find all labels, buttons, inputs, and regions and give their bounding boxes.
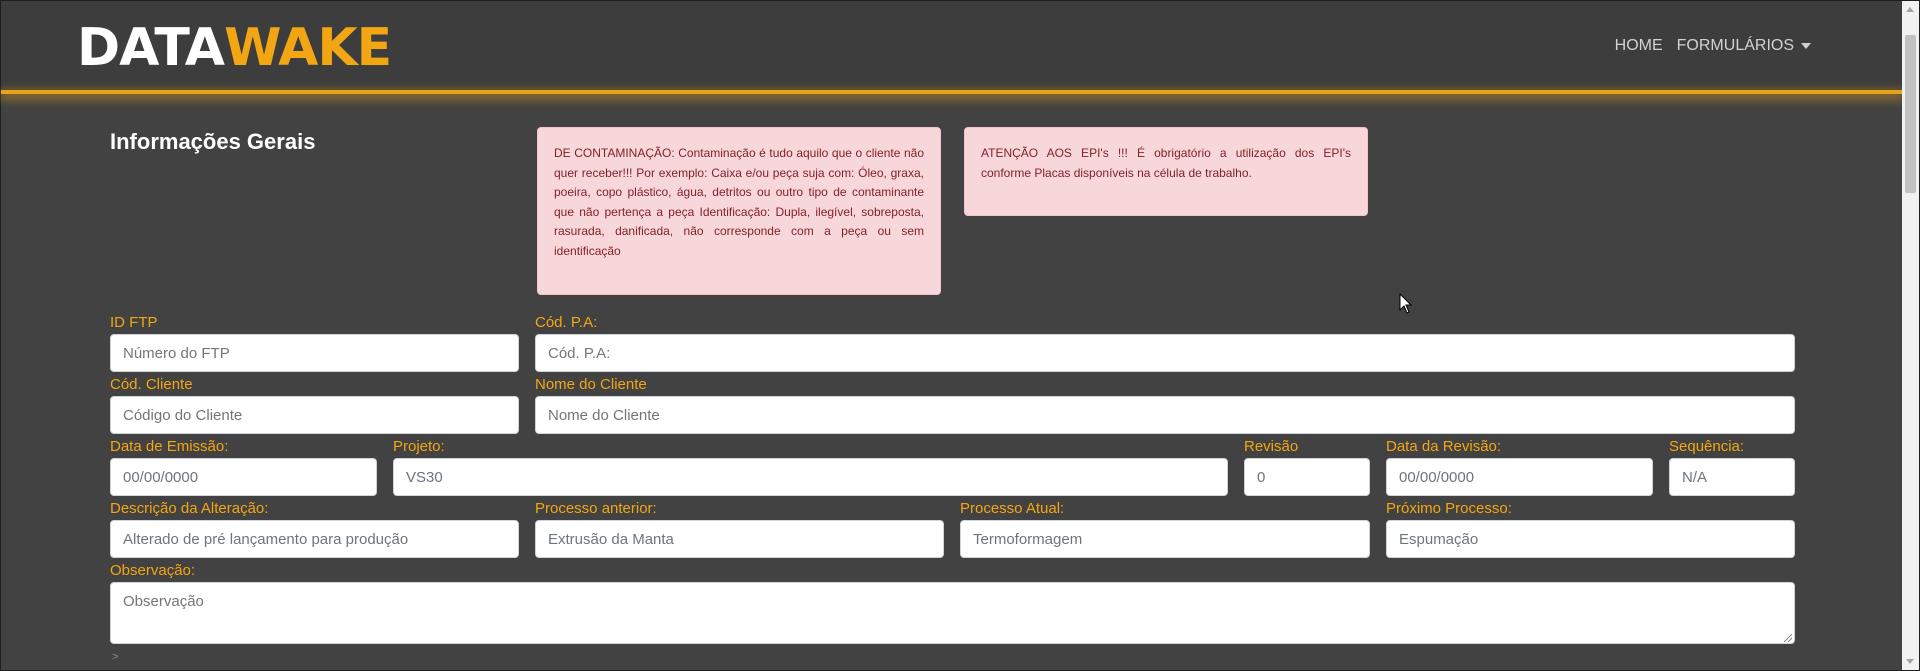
- top-navbar: DATA WAKE HOME FORMULÁRIOS: [1, 1, 1903, 93]
- observacao-label: Observação:: [110, 562, 196, 579]
- observacao-textarea[interactable]: [110, 582, 1795, 644]
- logo-data-text: DATA: [77, 18, 225, 78]
- navbar-accent-line: [1, 90, 1903, 94]
- sequencia-input[interactable]: N/A: [1669, 458, 1795, 496]
- contamination-alert: DE CONTAMINAÇÃO: Contaminação é tudo aqu…: [537, 127, 941, 295]
- sequencia-label: Sequência:: [1669, 438, 1745, 455]
- processo-atual-input[interactable]: Termoformagem: [960, 520, 1370, 558]
- epi-alert: ATENÇÃO AOS EPI's !!! É obrigatório a ut…: [964, 127, 1368, 216]
- revisao-label: Revisão: [1244, 438, 1299, 455]
- projeto-input[interactable]: VS30: [393, 458, 1228, 496]
- proximo-processo-label: Próximo Processo:: [1386, 500, 1512, 517]
- page-title: Informações Gerais: [110, 129, 316, 154]
- data-emissao-label: Data de Emissão:: [110, 438, 229, 455]
- scroll-down-arrow-icon[interactable]: [1906, 659, 1914, 664]
- textarea-resize-grip-icon[interactable]: [1784, 634, 1792, 642]
- nav-home-link[interactable]: HOME: [1615, 37, 1663, 55]
- projeto-label: Projeto:: [393, 438, 445, 455]
- nav-forms-dropdown[interactable]: FORMULÁRIOS: [1677, 37, 1811, 55]
- nome-cliente-label: Nome do Cliente: [535, 376, 647, 393]
- descricao-input[interactable]: Alterado de pré lançamento para produção: [110, 520, 519, 558]
- nome-cliente-input[interactable]: [535, 396, 1795, 434]
- data-revisao-label: Data da Revisão:: [1386, 438, 1502, 455]
- proximo-processo-input[interactable]: Espumação: [1386, 520, 1795, 558]
- nav-links: HOME FORMULÁRIOS: [1615, 37, 1811, 55]
- mouse-cursor-icon: [1399, 293, 1413, 314]
- page-scrollbar[interactable]: [1902, 1, 1919, 670]
- scroll-thumb[interactable]: [1905, 35, 1916, 193]
- cod-cliente-input[interactable]: [110, 396, 519, 434]
- data-revisao-input[interactable]: 00/00/0000: [1386, 458, 1653, 496]
- data-emissao-input[interactable]: 00/00/0000: [110, 458, 377, 496]
- processo-anterior-input[interactable]: Extrusão da Manta: [535, 520, 944, 558]
- id-ftp-label: ID FTP: [110, 314, 158, 331]
- logo-wake-text: WAKE: [224, 18, 392, 78]
- id-ftp-input[interactable]: [110, 334, 519, 372]
- descricao-label: Descrição da Alteração:: [110, 500, 269, 517]
- bottom-marker: >: [112, 651, 119, 663]
- nav-forms-label: FORMULÁRIOS: [1676, 37, 1794, 54]
- processo-anterior-label: Processo anterior:: [535, 500, 657, 517]
- chevron-down-icon: [1801, 42, 1811, 49]
- cod-pa-input[interactable]: [535, 334, 1795, 372]
- cod-cliente-label: Cód. Cliente: [110, 376, 193, 393]
- datawake-logo[interactable]: DATA WAKE: [77, 18, 392, 78]
- revisao-input[interactable]: 0: [1244, 458, 1370, 496]
- scroll-up-arrow-icon[interactable]: [1906, 7, 1914, 12]
- processo-atual-label: Processo Atual:: [960, 500, 1065, 517]
- cod-pa-label: Cód. P.A:: [535, 314, 598, 331]
